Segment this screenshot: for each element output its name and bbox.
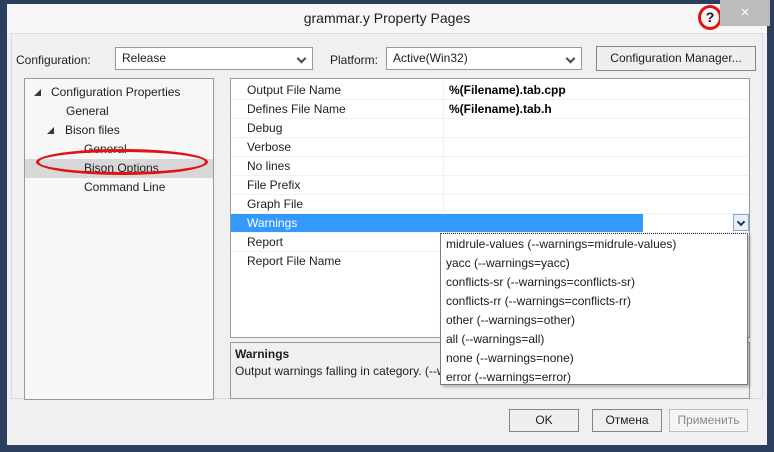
tree-item-label: Command Line <box>84 178 165 197</box>
tree-item-bison-options[interactable]: Bison Options <box>25 159 213 178</box>
tree-item-bison-files[interactable]: Bison files <box>25 121 213 140</box>
property-pages-window: grammar.y Property Pages ? × Configurati… <box>0 0 774 452</box>
property-name: Defines File Name <box>231 100 444 118</box>
dropdown-option-error[interactable]: error (--warnings=error) <box>441 368 747 387</box>
property-name: Graph File <box>231 195 444 213</box>
chevron-down-icon <box>297 54 307 64</box>
close-button[interactable]: × <box>720 0 770 26</box>
warnings-dropdown-list: midrule-values (--warnings=midrule-value… <box>440 233 748 385</box>
platform-value: Active(Win32) <box>393 51 468 65</box>
grid-row-warnings[interactable]: Warnings <box>231 214 749 233</box>
property-name: Debug <box>231 119 444 137</box>
property-name: Verbose <box>231 138 444 156</box>
grid-row-verbose[interactable]: Verbose <box>231 138 749 157</box>
close-icon: × <box>741 4 750 21</box>
tree-item-label: Configuration Properties <box>51 83 180 102</box>
tree-item-general[interactable]: General <box>25 102 213 121</box>
expanded-triangle-icon[interactable] <box>47 127 54 134</box>
configuration-label: Configuration: <box>16 53 91 67</box>
property-value[interactable]: %(Filename).tab.cpp <box>444 81 749 99</box>
cancel-button[interactable]: Отмена <box>592 409 662 432</box>
property-value[interactable] <box>444 138 749 156</box>
grid-row-file-prefix[interactable]: File Prefix <box>231 176 749 195</box>
property-name: No lines <box>231 157 444 175</box>
platform-label: Platform: <box>330 53 378 67</box>
chevron-down-icon <box>737 218 745 226</box>
property-value[interactable]: %(Filename).tab.h <box>444 100 749 118</box>
window-title: grammar.y Property Pages <box>304 10 471 26</box>
help-button[interactable]: ? <box>698 5 722 30</box>
tree-item-command-line[interactable]: Command Line <box>25 178 213 197</box>
help-icon: ? <box>706 9 715 25</box>
configuration-value: Release <box>122 51 166 65</box>
grid-row-defines-file-name[interactable]: Defines File Name %(Filename).tab.h <box>231 100 749 119</box>
dropdown-option-yacc[interactable]: yacc (--warnings=yacc) <box>441 254 747 273</box>
tree-item-label: General <box>84 140 127 159</box>
property-tree: Configuration Properties General Bison f… <box>24 78 214 400</box>
tree-item-label: General <box>66 102 109 121</box>
property-value[interactable] <box>444 195 749 213</box>
dropdown-option-midrule-values[interactable]: midrule-values (--warnings=midrule-value… <box>441 235 747 254</box>
property-value[interactable] <box>444 157 749 175</box>
ok-button[interactable]: OK <box>509 409 579 432</box>
configuration-manager-button[interactable]: Configuration Manager... <box>596 46 756 71</box>
dropdown-option-all[interactable]: all (--warnings=all) <box>441 330 747 349</box>
chevron-down-icon <box>566 54 576 64</box>
apply-button[interactable]: Применить <box>669 409 748 432</box>
tree-item-configuration-properties[interactable]: Configuration Properties <box>25 83 213 102</box>
dropdown-option-conflicts-sr[interactable]: conflicts-sr (--warnings=conflicts-sr) <box>441 273 747 292</box>
property-name: Output File Name <box>231 81 444 99</box>
tree-item-label: Bison files <box>65 121 120 140</box>
property-value[interactable] <box>444 119 749 137</box>
tree-item-bison-general[interactable]: General <box>25 140 213 159</box>
property-name: Report File Name <box>231 252 444 271</box>
property-name: Warnings <box>231 214 643 232</box>
property-name: File Prefix <box>231 176 444 194</box>
dropdown-option-other[interactable]: other (--warnings=other) <box>441 311 747 330</box>
titlebar: grammar.y Property Pages <box>7 4 767 33</box>
dropdown-option-conflicts-rr[interactable]: conflicts-rr (--warnings=conflicts-rr) <box>441 292 747 311</box>
warnings-combo-button[interactable] <box>733 214 749 231</box>
property-name: Report <box>231 233 444 251</box>
dropdown-option-none[interactable]: none (--warnings=none) <box>441 349 747 368</box>
grid-row-output-file-name[interactable]: Output File Name %(Filename).tab.cpp <box>231 81 749 100</box>
grid-row-debug[interactable]: Debug <box>231 119 749 138</box>
grid-row-no-lines[interactable]: No lines <box>231 157 749 176</box>
tree-item-label: Bison Options <box>84 159 159 178</box>
expanded-triangle-icon[interactable] <box>34 89 41 96</box>
configuration-select[interactable]: Release <box>115 47 313 70</box>
platform-select[interactable]: Active(Win32) <box>386 47 582 70</box>
grid-row-graph-file[interactable]: Graph File <box>231 195 749 214</box>
property-value[interactable] <box>444 176 749 194</box>
